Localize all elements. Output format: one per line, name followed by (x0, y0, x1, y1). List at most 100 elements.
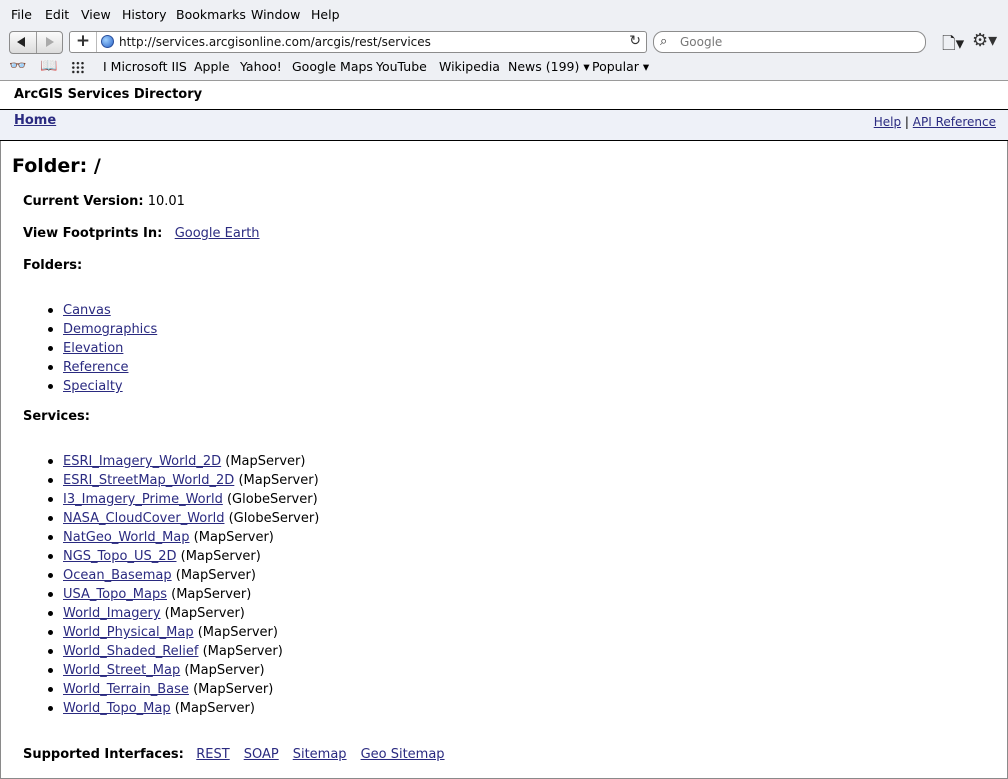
service-item: World_Shaded_Relief (MapServer) (0, 642, 319, 661)
service-link[interactable]: ESRI_Imagery_World_2D (63, 454, 221, 469)
service-item: World_Terrain_Base (MapServer) (0, 680, 319, 699)
service-item: NatGeo_World_Map (MapServer) (0, 528, 319, 547)
service-type: (MapServer) (184, 663, 265, 678)
service-link[interactable]: ESRI_StreetMap_World_2D (63, 473, 234, 488)
search-field[interactable]: ⌕ Google (653, 31, 926, 53)
folders-heading: Folders: (23, 258, 82, 273)
help-links: Help | API Reference (874, 115, 996, 129)
interface-link-rest[interactable]: REST (196, 747, 229, 762)
folder-link-demographics[interactable]: Demographics (63, 322, 157, 337)
service-type: (MapServer) (174, 701, 255, 716)
service-link[interactable]: World_Topo_Map (63, 701, 171, 716)
service-link[interactable]: World_Physical_Map (63, 625, 194, 640)
services-label: Services: (23, 409, 90, 424)
reload-icon[interactable]: ↻ (629, 33, 641, 49)
folder-link-specialty[interactable]: Specialty (63, 379, 123, 394)
bookmark-wikipedia[interactable]: Wikipedia (439, 59, 500, 74)
menu-view[interactable]: View (81, 7, 111, 22)
service-link[interactable]: NGS_Topo_US_2D (63, 549, 177, 564)
menu-history[interactable]: History (122, 7, 166, 22)
open-book-icon[interactable]: 📖 (40, 58, 57, 74)
service-type: (MapServer) (175, 568, 256, 583)
service-item: ESRI_Imagery_World_2D (MapServer) (0, 452, 319, 471)
service-link[interactable]: Ocean_Basemap (63, 568, 172, 583)
service-link[interactable]: I3_Imagery_Prime_World (63, 492, 223, 507)
current-version-value: 10.01 (147, 194, 185, 209)
service-item: World_Street_Map (MapServer) (0, 661, 319, 680)
folder-item: Demographics (0, 320, 157, 339)
forward-arrow-icon[interactable] (46, 37, 54, 47)
service-type: (GlobeServer) (228, 511, 320, 526)
address-url[interactable]: http://services.arcgisonline.com/arcgis/… (119, 35, 431, 49)
service-link[interactable]: World_Shaded_Relief (63, 644, 198, 659)
interface-link-sitemap[interactable]: Sitemap (293, 747, 347, 762)
top-sites-grid-icon[interactable] (71, 61, 85, 74)
menu-bookmarks[interactable]: Bookmarks (176, 7, 246, 22)
service-link[interactable]: World_Imagery (63, 606, 161, 621)
interfaces-links: REST SOAP Sitemap Geo Sitemap (196, 747, 458, 762)
service-link[interactable]: NatGeo_World_Map (63, 530, 190, 545)
service-item: USA_Topo_Maps (MapServer) (0, 585, 319, 604)
address-bar[interactable]: + http://services.arcgisonline.com/arcgi… (69, 31, 647, 53)
folders-label: Folders: (23, 258, 83, 273)
service-item: World_Imagery (MapServer) (0, 604, 319, 623)
menu-window[interactable]: Window (251, 7, 300, 22)
folder-item: Reference (0, 358, 157, 377)
menu-help[interactable]: Help (311, 7, 340, 22)
service-type: (MapServer) (197, 625, 278, 640)
folder-link-elevation[interactable]: Elevation (63, 341, 123, 356)
nav-separator (36, 32, 37, 53)
api-reference-link[interactable]: API Reference (913, 115, 996, 129)
menu-file[interactable]: File (11, 7, 32, 22)
bookmark-yahoo[interactable]: Yahoo! (240, 59, 282, 74)
service-type: (MapServer) (238, 473, 319, 488)
menu-bar: File Edit View History Bookmarks Window … (0, 0, 1008, 28)
footprints-label: View Footprints In: (23, 226, 163, 241)
folder-link-canvas[interactable]: Canvas (63, 303, 111, 318)
service-type: (MapServer) (180, 549, 261, 564)
breadcrumb-bar: Home Help | API Reference (0, 110, 1008, 141)
service-link[interactable]: World_Terrain_Base (63, 682, 189, 697)
current-version-row: Current Version: 10.01 (23, 194, 185, 209)
bookmark-microsoft-iis[interactable]: I Microsoft IIS (103, 59, 187, 74)
folder-link-reference[interactable]: Reference (63, 360, 128, 375)
bookmark-apple[interactable]: Apple (194, 59, 230, 74)
service-link[interactable]: World_Street_Map (63, 663, 180, 678)
service-item: ESRI_StreetMap_World_2D (MapServer) (0, 471, 319, 490)
home-link[interactable]: Home (14, 113, 56, 128)
globe-icon (101, 35, 114, 48)
service-item: I3_Imagery_Prime_World (GlobeServer) (0, 490, 319, 509)
footprints-row: View Footprints In: Google Earth (23, 226, 260, 241)
service-item: World_Topo_Map (MapServer) (0, 699, 319, 718)
add-bookmark-plus-icon[interactable]: + (70, 32, 97, 52)
service-link[interactable]: NASA_CloudCover_World (63, 511, 224, 526)
back-arrow-icon[interactable] (17, 37, 25, 47)
folder-title: Folder: / (12, 155, 101, 177)
gear-icon[interactable]: ⚙▾ (972, 30, 997, 51)
service-item: NGS_Topo_US_2D (MapServer) (0, 547, 319, 566)
bookmark-popular[interactable]: Popular ▾ (592, 59, 649, 74)
page-header-title: ArcGIS Services Directory (14, 87, 203, 102)
service-type: (MapServer) (202, 644, 283, 659)
search-icon: ⌕ (660, 34, 668, 49)
bookmark-youtube[interactable]: YouTube (376, 59, 427, 74)
search-placeholder[interactable]: Google (680, 35, 722, 49)
menu-edit[interactable]: Edit (45, 7, 69, 22)
service-type: (MapServer) (171, 587, 252, 602)
folders-list: Canvas Demographics Elevation Reference Spec… (0, 301, 157, 396)
interface-link-geo-sitemap[interactable]: Geo Sitemap (361, 747, 445, 762)
service-item: NASA_CloudCover_World (GlobeServer) (0, 509, 319, 528)
page-header: ArcGIS Services Directory (0, 81, 1008, 110)
help-link[interactable]: Help (874, 115, 901, 129)
reading-list-glasses-icon[interactable]: 👓 (9, 58, 26, 74)
google-earth-link[interactable]: Google Earth (175, 226, 260, 241)
service-item: World_Physical_Map (MapServer) (0, 623, 319, 642)
current-version-label: Current Version: (23, 194, 144, 209)
service-type: (GlobeServer) (226, 492, 318, 507)
bookmark-news[interactable]: News (199) ▾ (508, 59, 590, 74)
service-link[interactable]: USA_Topo_Maps (63, 587, 167, 602)
folder-item: Specialty (0, 377, 157, 396)
interface-link-soap[interactable]: SOAP (244, 747, 279, 762)
toolbar: + http://services.arcgisonline.com/arcgi… (0, 28, 1008, 56)
bookmark-google-maps[interactable]: Google Maps (292, 59, 373, 74)
